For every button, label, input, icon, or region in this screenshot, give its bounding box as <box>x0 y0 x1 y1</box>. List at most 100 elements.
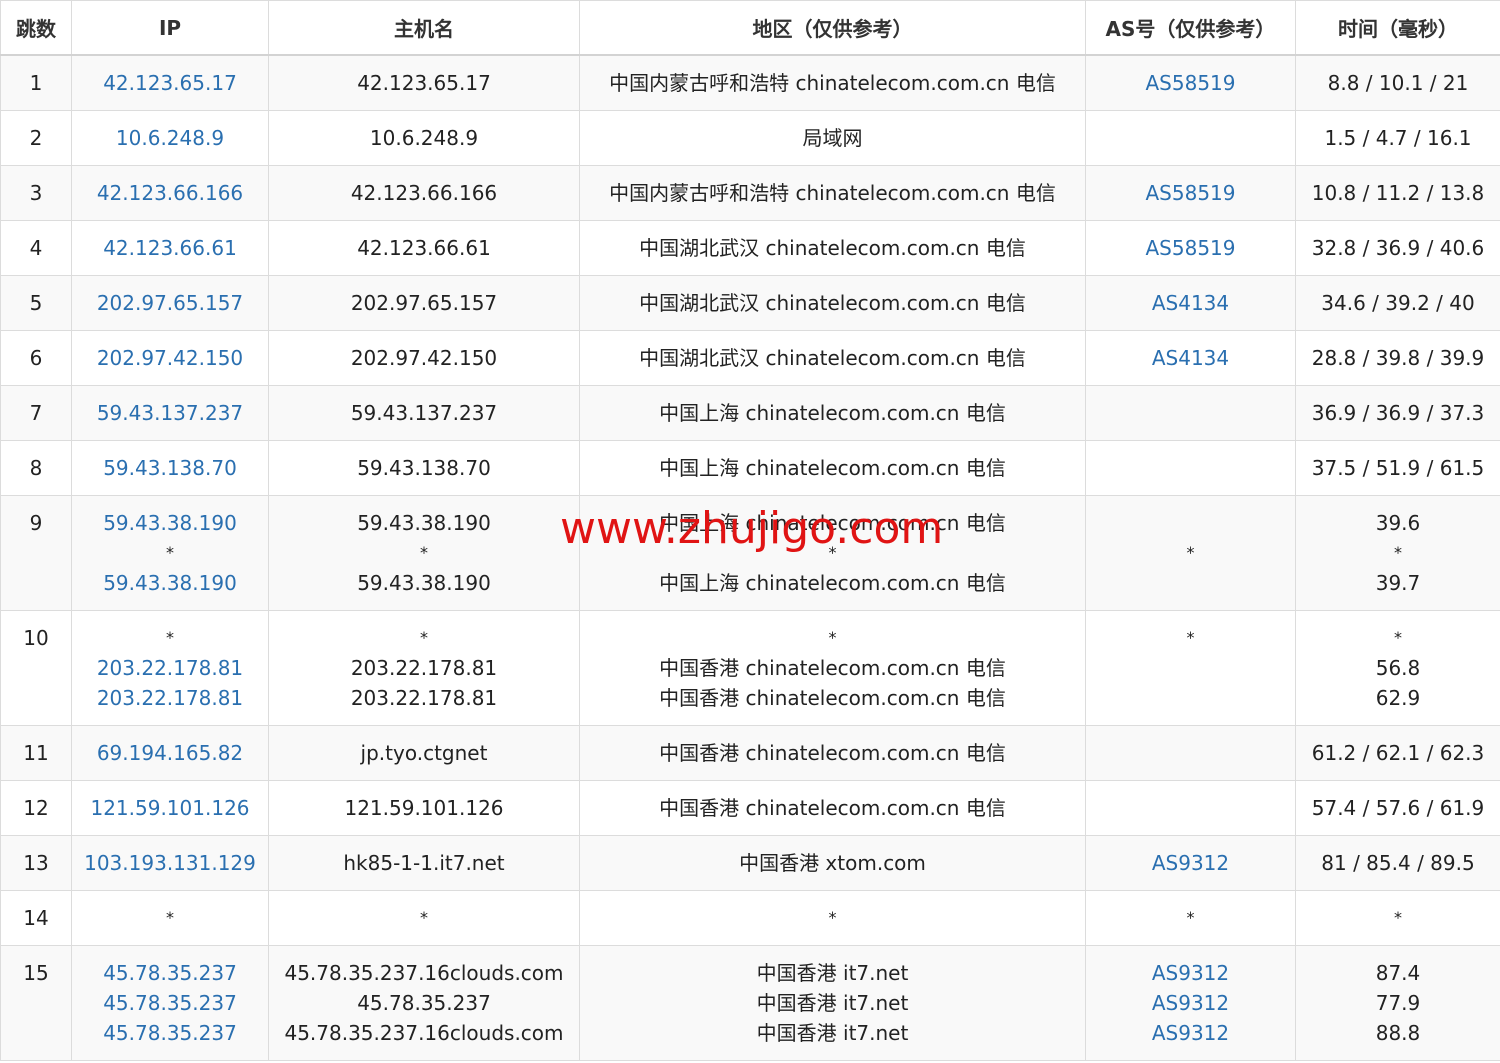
as-link[interactable]: AS58519 <box>1146 236 1236 260</box>
hop-number: 9 <box>0 494 72 611</box>
ip-text: * <box>166 542 174 562</box>
region-text: 中国香港 it7.net <box>756 1020 909 1045</box>
region-text: 中国湖北武汉 chinatelecom.com.cn 电信 <box>639 235 1026 260</box>
ip-link[interactable]: 59.43.38.190 <box>103 571 237 595</box>
as-text: * <box>1186 907 1195 927</box>
time-text: 36.9 / 36.9 / 37.3 <box>1311 400 1485 425</box>
ip-link[interactable]: 10.6.248.9 <box>116 126 224 150</box>
region-text: 中国香港 chinatelecom.com.cn 电信 <box>659 740 1006 765</box>
as-text <box>1086 508 1295 538</box>
cell-region: 中国上海 chinatelecom.com.cn 电信 <box>579 439 1086 496</box>
ip-link[interactable]: 42.123.66.61 <box>103 236 237 260</box>
ip-link[interactable]: 42.123.66.166 <box>97 181 243 205</box>
ip-link[interactable]: 103.193.131.129 <box>84 851 256 875</box>
cell-ip: 10.6.248.9 <box>71 109 269 166</box>
cell-time: 81 / 85.4 / 89.5 <box>1295 834 1500 891</box>
as-link[interactable]: AS9312 <box>1152 1021 1229 1045</box>
cell-region: 中国上海 chinatelecom.com.cn 电信 * 中国上海 chinate… <box>579 494 1086 611</box>
ip-link[interactable]: 202.97.65.157 <box>97 291 243 315</box>
cell-region: 中国上海 chinatelecom.com.cn 电信 <box>579 384 1086 441</box>
ip-link[interactable]: 203.22.178.81 <box>97 656 243 680</box>
ip-link[interactable]: 45.78.35.237 <box>103 961 237 985</box>
region-text: 中国湖北武汉 chinatelecom.com.cn 电信 <box>639 345 1026 370</box>
header-as: AS号（仅供参考） <box>1085 0 1296 56</box>
ip-link[interactable]: 202.97.42.150 <box>97 346 243 370</box>
cell-host: hk85-1-1.it7.net <box>268 834 580 891</box>
host-text: 45.78.35.237 <box>357 990 491 1015</box>
as-line: AS58519 <box>1086 233 1295 263</box>
region-text: 中国上海 chinatelecom.com.cn 电信 <box>659 455 1006 480</box>
cell-as: AS58519 <box>1085 219 1296 276</box>
ip-line: 42.123.66.166 <box>72 178 268 208</box>
time-text: 8.8 / 10.1 / 21 <box>1327 71 1469 95</box>
cell-host: 42.123.66.61 <box>268 219 580 276</box>
ip-link[interactable]: 59.43.38.190 <box>103 511 237 535</box>
as-link[interactable]: AS58519 <box>1146 71 1236 95</box>
cell-as: AS4134 <box>1085 329 1296 386</box>
time-text: 62.9 <box>1375 685 1421 710</box>
region-text: 中国香港 chinatelecom.com.cn 电信 <box>659 795 1006 820</box>
cell-ip: 202.97.65.157 <box>71 274 269 331</box>
host-text: 203.22.178.81 <box>350 655 498 680</box>
cell-ip: 103.193.131.129 <box>71 834 269 891</box>
host-text: 59.43.138.70 <box>357 455 491 480</box>
cell-host: 59.43.138.70 <box>268 439 580 496</box>
header-region: 地区（仅供参考） <box>579 0 1086 56</box>
as-link[interactable]: AS4134 <box>1152 346 1229 370</box>
as-link[interactable]: AS58519 <box>1146 181 1236 205</box>
as-link[interactable]: AS9312 <box>1152 991 1229 1015</box>
as-line: AS4134 <box>1086 288 1295 318</box>
ip-link[interactable]: 45.78.35.237 <box>103 991 237 1015</box>
ip-line: 59.43.138.70 <box>72 453 268 483</box>
cell-time: 36.9 / 36.9 / 37.3 <box>1295 384 1500 441</box>
cell-ip: 202.97.42.150 <box>71 329 269 386</box>
cell-as: AS58519 <box>1085 54 1296 111</box>
host-text: jp.tyo.ctgnet <box>360 740 488 765</box>
cell-as <box>1085 779 1296 836</box>
region-text: * <box>828 627 837 647</box>
ip-line: 121.59.101.126 <box>72 793 268 823</box>
as-text <box>1086 793 1295 823</box>
hop-number: 4 <box>0 219 72 276</box>
table-body: 1 42.123.65.17 42.123.65.17 中国内蒙古呼和浩特 china… <box>0 54 1500 1061</box>
as-text <box>1086 653 1295 683</box>
ip-link[interactable]: 121.59.101.126 <box>90 796 249 820</box>
as-link[interactable]: AS9312 <box>1152 961 1229 985</box>
table-row: 12 121.59.101.126 121.59.101.126 中国香港 china… <box>0 779 1500 836</box>
time-text: 61.2 / 62.1 / 62.3 <box>1311 740 1485 765</box>
table-row: 11 69.194.165.82 jp.tyo.ctgnet 中国香港 chinate… <box>0 724 1500 781</box>
time-text: 10.8 / 11.2 / 13.8 <box>1311 180 1485 205</box>
as-link[interactable]: AS4134 <box>1152 291 1229 315</box>
cell-ip: 45.78.35.237 45.78.35.237 45.78.35.237 <box>71 944 269 1061</box>
ip-line: 59.43.137.237 <box>72 398 268 428</box>
cell-host: 202.97.65.157 <box>268 274 580 331</box>
time-text: 87.4 <box>1375 960 1421 985</box>
ip-link[interactable]: 42.123.65.17 <box>103 71 237 95</box>
ip-line: 59.43.38.190 <box>72 508 268 538</box>
cell-time: 87.4 77.9 88.8 <box>1295 944 1500 1061</box>
header-hop: 跳数 <box>0 0 72 56</box>
as-link[interactable]: AS9312 <box>1152 851 1229 875</box>
time-text: 32.8 / 36.9 / 40.6 <box>1311 235 1485 260</box>
cell-time: * <box>1295 889 1500 946</box>
hop-number: 6 <box>0 329 72 386</box>
region-text: 中国香港 it7.net <box>756 990 909 1015</box>
ip-line: 10.6.248.9 <box>72 123 268 153</box>
table-row: 3 42.123.66.166 42.123.66.166 中国内蒙古呼和浩特 chi… <box>0 164 1500 221</box>
ip-link[interactable]: 59.43.137.237 <box>97 401 243 425</box>
as-text <box>1086 568 1295 598</box>
as-line: AS9312 <box>1086 988 1295 1018</box>
cell-ip: 121.59.101.126 <box>71 779 269 836</box>
cell-time: 39.6 * 39.7 <box>1295 494 1500 611</box>
as-text <box>1086 453 1295 483</box>
cell-region: 中国香港 it7.net 中国香港 it7.net 中国香港 it7.net <box>579 944 1086 1061</box>
ip-link[interactable]: 59.43.138.70 <box>103 456 237 480</box>
ip-link[interactable]: 45.78.35.237 <box>103 1021 237 1045</box>
as-line: AS4134 <box>1086 343 1295 373</box>
cell-region: 中国湖北武汉 chinatelecom.com.cn 电信 <box>579 274 1086 331</box>
time-text: 34.6 / 39.2 / 40 <box>1321 290 1475 315</box>
ip-link[interactable]: 69.194.165.82 <box>97 741 243 765</box>
table-row: 1 42.123.65.17 42.123.65.17 中国内蒙古呼和浩特 china… <box>0 54 1500 111</box>
ip-link[interactable]: 203.22.178.81 <box>97 686 243 710</box>
table-row: 8 59.43.138.70 59.43.138.70 中国上海 chinatelec… <box>0 439 1500 496</box>
